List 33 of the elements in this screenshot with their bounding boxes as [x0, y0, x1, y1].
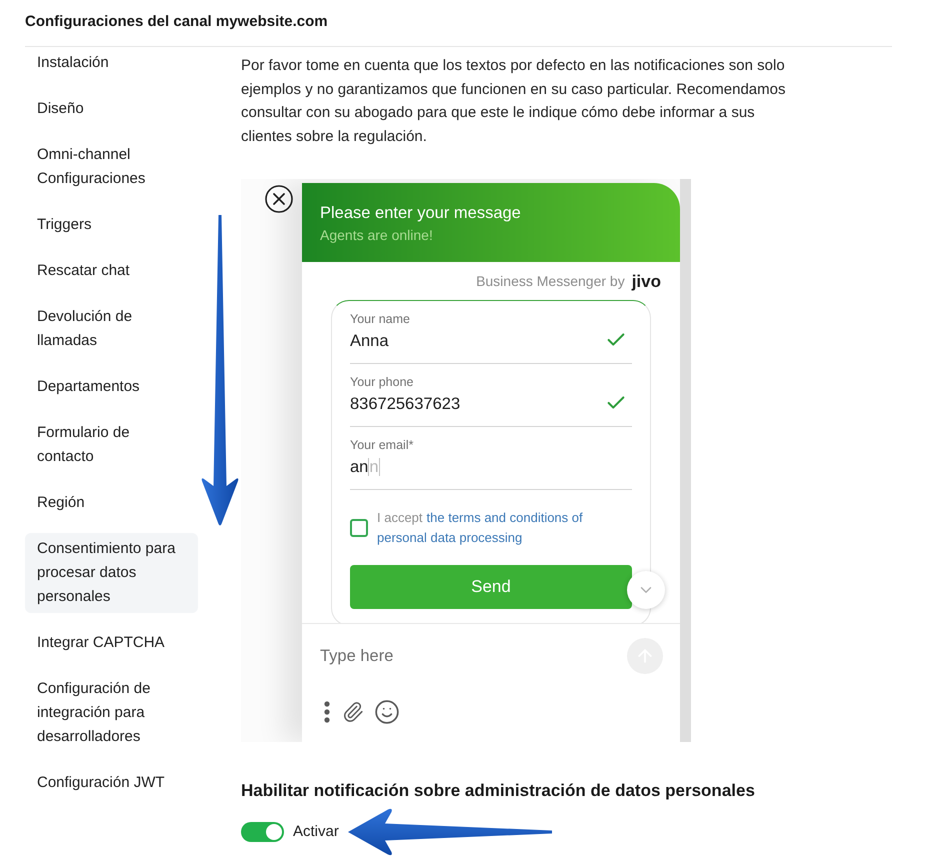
sidebar-item[interactable]: Devolución de llamadas: [25, 301, 198, 357]
sidebar-item[interactable]: Rescatar chat: [25, 255, 198, 287]
input-field[interactable]: Your email* ann: [350, 427, 632, 490]
consent-text: I accept the terms and conditions of personal data processing: [377, 509, 584, 547]
widget-title: Please enter your message: [320, 203, 522, 224]
sidebar-item[interactable]: Configuración JWT: [25, 767, 198, 799]
sidebar-item[interactable]: Departamentos: [25, 371, 198, 403]
sidebar-item[interactable]: Consentimiento para procesar datos personales: [25, 533, 198, 613]
input-field[interactable]: Your name Anna: [350, 301, 632, 364]
close-icon[interactable]: [265, 185, 293, 213]
brand-caption: Business Messenger by: [476, 272, 625, 291]
scroll-down-button[interactable]: [627, 571, 665, 609]
smiley-icon[interactable]: [374, 699, 400, 725]
sidebar-item[interactable]: Formulario de contacto: [25, 417, 198, 473]
input-field[interactable]: Your phone 836725637623: [350, 364, 632, 427]
sidebar-item[interactable]: Triggers: [25, 209, 198, 241]
checkbox[interactable]: [350, 519, 368, 537]
brand-logo: jivo: [632, 272, 661, 290]
paperclip-icon[interactable]: [342, 701, 364, 723]
toggle-label: Activar: [293, 822, 339, 842]
sidebar-item[interactable]: Omni-channel Configuraciones: [25, 139, 198, 195]
sidebar-item[interactable]: Configuración de integración para desarrolladores: [25, 673, 198, 753]
section-heading: Habilitar notificación sobre administración de datos personales: [241, 780, 755, 802]
message-input[interactable]: Type here: [320, 637, 627, 675]
notice-text: Por favor tome en cuenta que los textos por defecto en las notificaciones son solo ejemplos y no garantizamos que funcionen en su caso particular. Recomendamos consultar con su abogado para que este le indique cómo debe informar a sus clientes sobre la regulación.: [241, 56, 786, 146]
page-title: Configuraciones del canal mywebsite.com: [25, 12, 329, 32]
sidebar-item[interactable]: Diseño: [25, 93, 198, 125]
sidebar-item[interactable]: Integrar CAPTCHA: [25, 627, 198, 659]
widget-subtitle: Agents are online!: [320, 226, 434, 245]
sidebar-item[interactable]: Instalación: [25, 47, 198, 79]
more-icon[interactable]: [324, 701, 330, 723]
toggle-switch[interactable]: [241, 822, 284, 842]
sidebar-item[interactable]: Región: [25, 487, 198, 519]
